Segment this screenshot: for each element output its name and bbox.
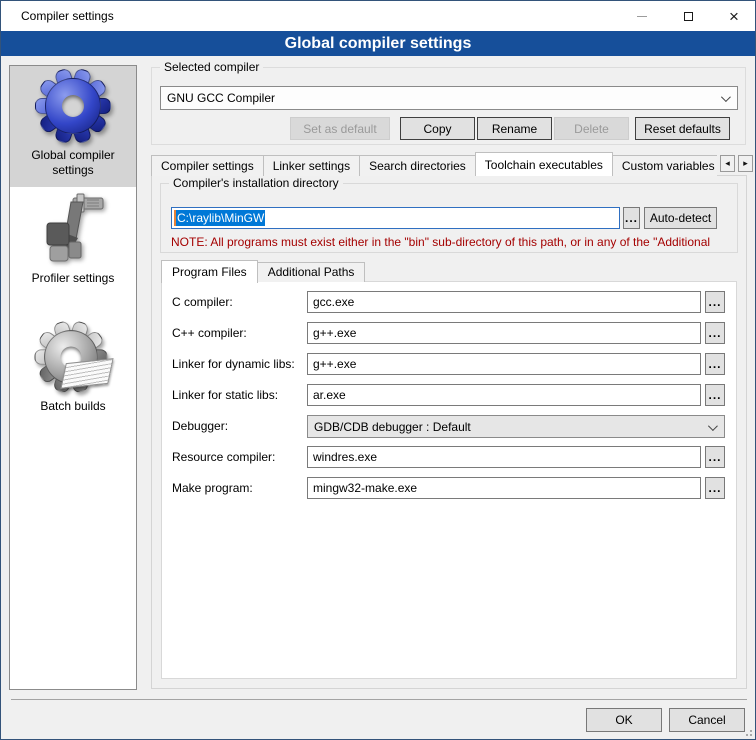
- bin-subdirectory-note: NOTE: All programs must exist either in …: [171, 235, 731, 249]
- field-label: Linker for static libs:: [172, 388, 278, 402]
- maximize-button[interactable]: [665, 1, 711, 31]
- c-compiler-input[interactable]: [307, 291, 701, 313]
- make-program-row: Make program: ...: [162, 477, 736, 501]
- field-label: Debugger:: [172, 419, 228, 433]
- group-label: Compiler's installation directory: [169, 176, 343, 190]
- sidebar-item-label: Global compiler settings: [16, 148, 130, 178]
- installation-directory-group: Compiler's installation directory C:\ray…: [160, 183, 738, 253]
- debugger-row: Debugger: GDB/CDB debugger : Default: [162, 415, 736, 439]
- cpp-compiler-row: C++ compiler: ...: [162, 322, 736, 346]
- page-title: Global compiler settings: [1, 31, 755, 56]
- settings-tab-bar: Compiler settings Linker settings Search…: [151, 151, 747, 176]
- field-label: Resource compiler:: [172, 450, 275, 464]
- chevron-down-icon: [721, 92, 731, 102]
- maximize-icon: [684, 12, 693, 21]
- copy-button[interactable]: Copy: [400, 117, 475, 140]
- resource-compiler-input[interactable]: [307, 446, 701, 468]
- tab-linker-settings[interactable]: Linker settings: [263, 155, 360, 176]
- auto-detect-button[interactable]: Auto-detect: [644, 207, 717, 229]
- minimize-button[interactable]: [619, 1, 665, 31]
- group-label: Selected compiler: [160, 60, 263, 74]
- dynamic-linker-row: Linker for dynamic libs: ...: [162, 353, 736, 377]
- program-files-tab-bar: Program Files Additional Paths: [161, 259, 364, 282]
- field-label: C compiler:: [172, 295, 233, 309]
- gray-gear-stack-icon: [37, 321, 109, 393]
- static-linker-row: Linker for static libs: ...: [162, 384, 736, 408]
- blue-gear-icon: [37, 70, 109, 142]
- tab-scroll-right-button[interactable]: ▸: [738, 155, 753, 172]
- browse-dynamic-linker-button[interactable]: ...: [705, 353, 725, 375]
- ok-button[interactable]: OK: [586, 708, 662, 732]
- installation-directory-value: C:\raylib\MinGW: [176, 210, 265, 226]
- resize-grip[interactable]: [743, 727, 752, 736]
- c-compiler-row: C compiler: ...: [162, 291, 736, 315]
- selected-compiler-group: Selected compiler GNU GCC Compiler Set a…: [151, 67, 746, 145]
- browse-cpp-compiler-button[interactable]: ...: [705, 322, 725, 344]
- cpp-compiler-input[interactable]: [307, 322, 701, 344]
- browse-make-program-button[interactable]: ...: [705, 477, 725, 499]
- sidebar-item-global-compiler-settings[interactable]: Global compiler settings: [10, 66, 136, 187]
- set-as-default-button[interactable]: Set as default: [290, 117, 390, 140]
- installation-directory-input[interactable]: C:\raylib\MinGW: [171, 207, 620, 229]
- delete-button[interactable]: Delete: [554, 117, 629, 140]
- resource-compiler-row: Resource compiler: ...: [162, 446, 736, 470]
- caliper-icon: [37, 193, 109, 265]
- field-label: C++ compiler:: [172, 326, 247, 340]
- window-title: Compiler settings: [21, 9, 114, 23]
- settings-category-list: Global compiler settings Profiler settin…: [9, 65, 137, 690]
- field-label: Make program:: [172, 481, 253, 495]
- subtab-program-files[interactable]: Program Files: [161, 260, 258, 283]
- field-label: Linker for dynamic libs:: [172, 357, 295, 371]
- browse-static-linker-button[interactable]: ...: [705, 384, 725, 406]
- debugger-select[interactable]: GDB/CDB debugger : Default: [307, 415, 725, 438]
- compiler-select[interactable]: GNU GCC Compiler: [160, 86, 738, 110]
- sidebar-item-profiler-settings[interactable]: Profiler settings: [10, 187, 136, 301]
- program-files-page: C compiler: ... C++ compiler: ... Linker…: [161, 281, 737, 679]
- minimize-icon: [637, 16, 647, 17]
- chevron-down-icon: [708, 421, 718, 431]
- make-program-input[interactable]: [307, 477, 701, 499]
- sidebar-item-batch-builds[interactable]: Batch builds: [10, 301, 136, 414]
- subtab-additional-paths[interactable]: Additional Paths: [257, 262, 366, 282]
- close-icon: ×: [729, 8, 739, 25]
- rename-button[interactable]: Rename: [477, 117, 552, 140]
- browse-directory-button[interactable]: ...: [623, 207, 640, 229]
- tab-compiler-settings[interactable]: Compiler settings: [151, 155, 264, 176]
- static-linker-input[interactable]: [307, 384, 701, 406]
- close-button[interactable]: ×: [711, 1, 756, 31]
- tab-scroll-left-button[interactable]: ◂: [720, 155, 735, 172]
- footer-separator: [11, 699, 747, 700]
- tab-toolchain-executables[interactable]: Toolchain executables: [475, 152, 613, 176]
- debugger-select-value: GDB/CDB debugger : Default: [314, 420, 471, 434]
- cancel-button[interactable]: Cancel: [669, 708, 745, 732]
- sidebar-item-label: Profiler settings: [16, 271, 130, 286]
- compiler-settings-dialog: Compiler settings × Global compiler sett…: [0, 0, 756, 740]
- dynamic-linker-input[interactable]: [307, 353, 701, 375]
- tab-custom-variables[interactable]: Custom variables: [612, 155, 717, 176]
- tab-search-directories[interactable]: Search directories: [359, 155, 476, 176]
- title-bar[interactable]: Compiler settings ×: [1, 1, 755, 31]
- browse-resource-compiler-button[interactable]: ...: [705, 446, 725, 468]
- browse-c-compiler-button[interactable]: ...: [705, 291, 725, 313]
- compiler-select-value: GNU GCC Compiler: [167, 91, 275, 105]
- toolchain-executables-page: Compiler's installation directory C:\ray…: [151, 175, 747, 689]
- sidebar-item-label: Batch builds: [16, 399, 130, 414]
- reset-defaults-button[interactable]: Reset defaults: [635, 117, 730, 140]
